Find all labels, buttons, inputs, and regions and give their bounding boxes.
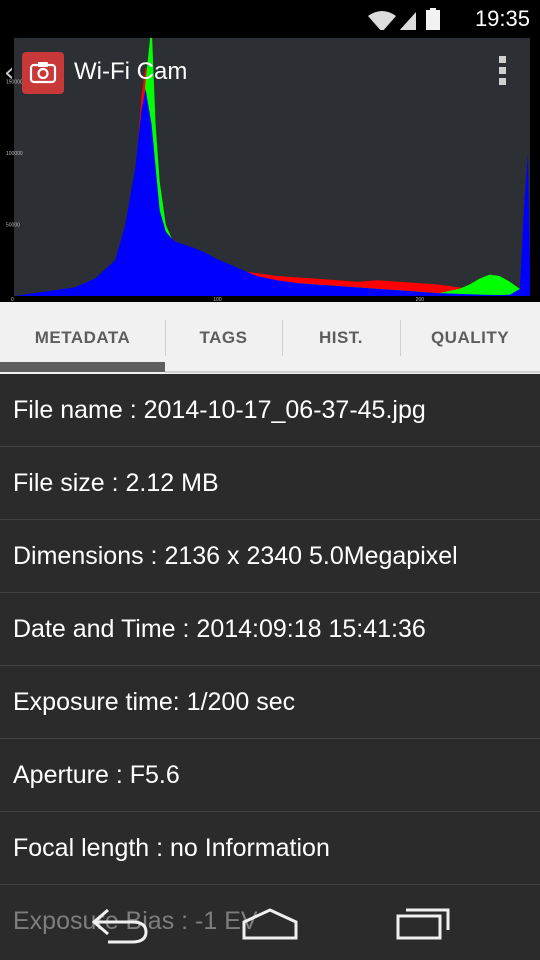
y-tick-label: 50000: [6, 223, 20, 229]
list-item-text: Focal length : no Information: [13, 834, 330, 862]
tab-tags[interactable]: TAGS: [165, 302, 282, 374]
list-item[interactable]: Aperture : F5.6: [0, 739, 540, 812]
app-title: Wi-Fi Cam: [74, 58, 188, 85]
list-item-text: Dimensions : 2136 x 2340 5.0Megapixel: [13, 542, 458, 570]
tab-quality[interactable]: QUALITY: [400, 302, 540, 374]
overflow-menu-icon[interactable]: [496, 56, 508, 92]
metadata-list: File name : 2014-10-17_06-37-45.jpg File…: [0, 374, 540, 960]
status-icons: [368, 8, 440, 30]
list-item-text: File name : 2014-10-17_06-37-45.jpg: [13, 396, 426, 424]
list-item[interactable]: Dimensions : 2136 x 2340 5.0Megapixel: [0, 520, 540, 593]
list-item[interactable]: File name : 2014-10-17_06-37-45.jpg: [0, 374, 540, 447]
camera-icon[interactable]: [22, 52, 64, 94]
list-item[interactable]: Exposure time: 1/200 sec: [0, 666, 540, 739]
back-icon[interactable]: [88, 898, 152, 948]
list-item[interactable]: Date and Time : 2014:09:18 15:41:36: [0, 593, 540, 666]
battery-icon: [426, 10, 440, 30]
list-item-text: Aperture : F5.6: [13, 761, 180, 789]
list-item-text: Date and Time : 2014:09:18 15:41:36: [13, 615, 426, 643]
recents-icon[interactable]: [392, 898, 456, 948]
up-chevron-icon[interactable]: ‹: [4, 58, 14, 88]
tab-bottom-line: [165, 371, 540, 373]
tab-selected-indicator: [0, 362, 165, 372]
wifi-icon: [368, 11, 396, 30]
home-icon[interactable]: [238, 898, 302, 948]
list-item[interactable]: File size : 2.12 MB: [0, 447, 540, 520]
action-bar: ‹ Wi-Fi Cam: [0, 38, 540, 110]
status-time: 19:35: [474, 6, 530, 31]
list-item-text: Exposure time: 1/200 sec: [13, 688, 296, 716]
tab-hist[interactable]: HIST.: [282, 302, 400, 374]
list-item[interactable]: Focal length : no Information: [0, 812, 540, 885]
signal-icon: [399, 12, 416, 30]
navigation-bar: [0, 886, 540, 960]
y-tick-label: 100000: [6, 151, 23, 157]
status-bar: 19:35: [0, 0, 540, 38]
list-item-text: File size : 2.12 MB: [13, 469, 219, 497]
